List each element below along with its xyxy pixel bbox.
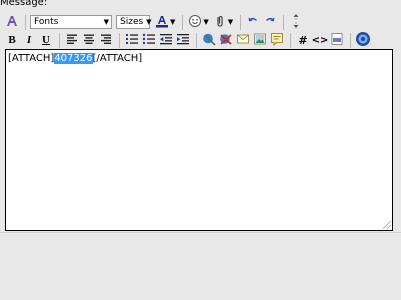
align-right-icon xyxy=(100,33,112,48)
fonts-select-value: Fonts xyxy=(34,17,59,27)
chevron-down-icon[interactable]: ▼ xyxy=(203,18,208,26)
editor-text-before: [ATTACH] xyxy=(8,53,55,64)
quote-button[interactable] xyxy=(269,32,285,48)
italic-label: I xyxy=(26,34,32,46)
html-label: <> xyxy=(311,34,329,46)
redo-button[interactable] xyxy=(262,14,278,30)
sizes-select[interactable]: Sizes ▼ xyxy=(116,15,152,29)
message-label: Message: xyxy=(0,0,48,8)
toolbar-separator xyxy=(119,32,120,48)
toolbar-separator xyxy=(283,14,285,30)
chevron-down-icon: ▼ xyxy=(146,18,152,26)
chevron-down-icon[interactable]: ▼ xyxy=(170,18,175,26)
resize-editor-button[interactable] xyxy=(288,13,304,32)
text-color-icon xyxy=(155,14,169,31)
insert-image-button[interactable] xyxy=(252,32,268,48)
link-globe-icon xyxy=(202,32,216,49)
code-label: # xyxy=(298,33,308,47)
italic-button[interactable]: I xyxy=(21,32,37,48)
toolbar-separator xyxy=(350,32,351,48)
align-right-button[interactable] xyxy=(98,32,114,48)
align-center-icon xyxy=(83,33,95,48)
html-button[interactable]: <> xyxy=(311,32,329,48)
spell-check-icon xyxy=(355,31,371,50)
smilies-button[interactable] xyxy=(187,14,203,30)
email-icon xyxy=(236,32,250,49)
align-left-icon xyxy=(66,33,78,48)
numbered-list-icon xyxy=(125,32,139,49)
fonts-select[interactable]: Fonts ▼ xyxy=(30,15,112,29)
insert-link-button[interactable] xyxy=(201,32,217,48)
attachment-button[interactable] xyxy=(212,14,228,30)
undo-button[interactable] xyxy=(245,14,261,30)
php-file-icon xyxy=(330,32,344,49)
code-button[interactable]: # xyxy=(295,32,311,48)
underline-button[interactable]: U xyxy=(38,32,54,48)
toolbar-separator xyxy=(182,14,184,30)
text-color-button[interactable] xyxy=(154,14,170,30)
resize-arrows-icon xyxy=(289,13,303,32)
toolbar-separator xyxy=(25,14,26,30)
align-left-button[interactable] xyxy=(64,32,80,48)
font-style-a-icon xyxy=(5,14,19,31)
align-center-button[interactable] xyxy=(81,32,97,48)
redo-icon xyxy=(263,14,277,31)
chevron-down-icon: ▼ xyxy=(103,18,109,26)
editor-toolbar: Fonts ▼ Sizes ▼ ▼ ▼ ▼ B I U # <> xyxy=(4,11,399,49)
underline-label: U xyxy=(42,34,50,46)
undo-icon xyxy=(246,14,260,31)
quote-icon xyxy=(270,32,284,49)
toolbar-row-2: B I U # <> xyxy=(4,31,372,49)
bullet-list-icon xyxy=(142,32,156,49)
resize-grip-icon[interactable] xyxy=(383,221,391,229)
bold-label: B xyxy=(8,34,16,46)
php-button[interactable] xyxy=(329,32,345,48)
image-icon xyxy=(253,32,267,49)
toolbar-separator xyxy=(196,32,197,48)
outdent-icon xyxy=(159,32,173,49)
toolbar-separator xyxy=(59,32,60,48)
bold-button[interactable]: B xyxy=(4,32,20,48)
ordered-list-button[interactable] xyxy=(124,32,140,48)
indent-icon xyxy=(176,32,190,49)
smiley-icon xyxy=(188,14,202,31)
indent-button[interactable] xyxy=(175,32,191,48)
divider xyxy=(0,232,401,233)
toolbar-separator xyxy=(290,32,291,48)
message-editor[interactable]: [ATTACH]407326[/ATTACH] xyxy=(5,49,393,231)
remove-link-button[interactable] xyxy=(218,32,234,48)
unlink-icon xyxy=(219,32,233,49)
spell-check-button[interactable] xyxy=(355,31,371,50)
selected-text: 407326 xyxy=(54,53,93,64)
toolbar-separator xyxy=(240,14,242,30)
toolbar-row-1: Fonts ▼ Sizes ▼ ▼ ▼ ▼ xyxy=(4,13,305,31)
insert-email-button[interactable] xyxy=(235,32,251,48)
editor-text-after: [/ATTACH] xyxy=(92,53,143,64)
paperclip-icon xyxy=(213,14,227,31)
outdent-button[interactable] xyxy=(158,32,174,48)
unordered-list-button[interactable] xyxy=(141,32,157,48)
chevron-down-icon[interactable]: ▼ xyxy=(228,18,233,26)
sizes-select-value: Sizes xyxy=(120,17,144,27)
switch-editor-mode-button[interactable] xyxy=(4,14,20,30)
